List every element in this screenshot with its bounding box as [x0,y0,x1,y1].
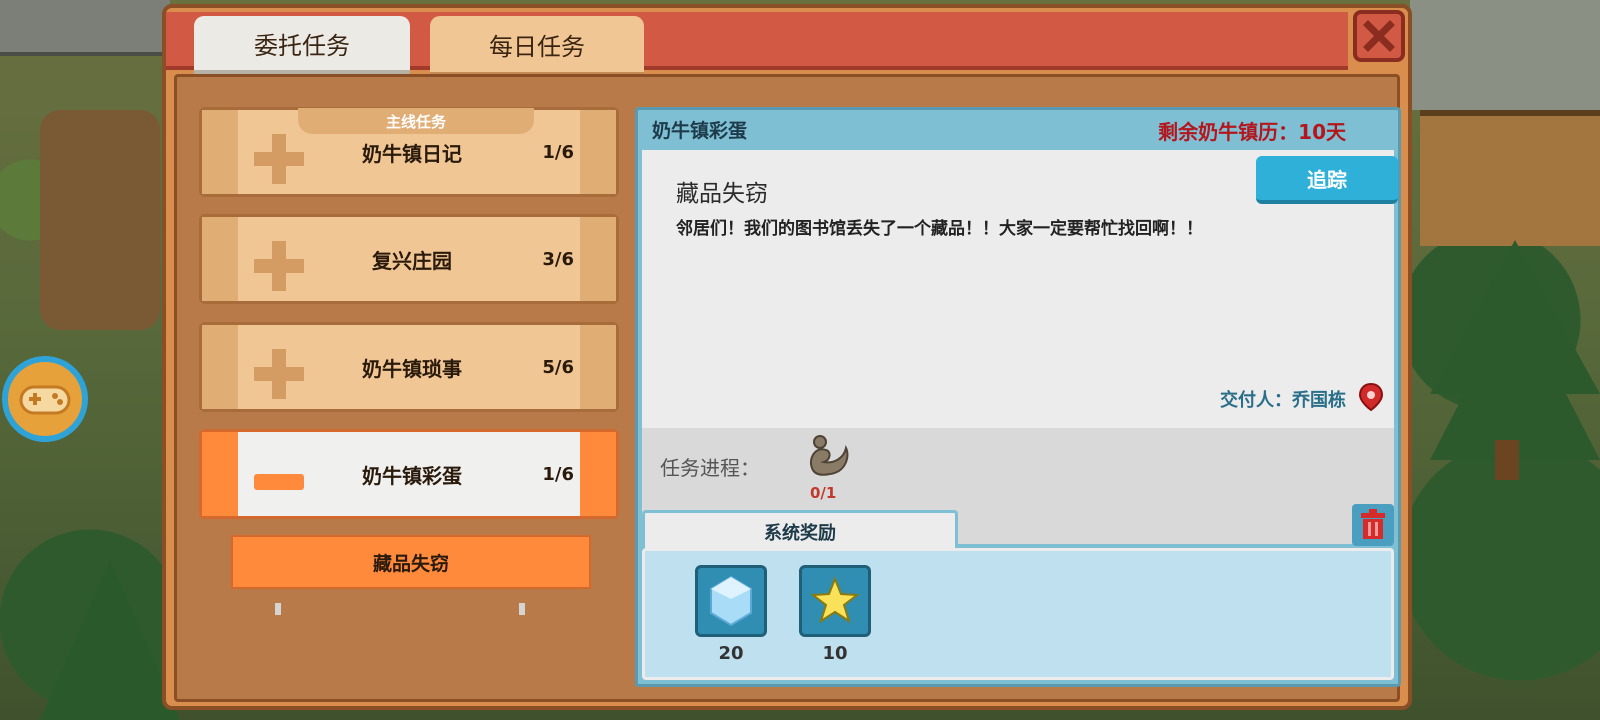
relic-item-icon [810,435,849,476]
panel-body: 主线任务 奶牛镇日记 1/6 复兴庄园 3/6 奶牛镇琐事 5/6 奶牛镇彩蛋 … [174,74,1401,702]
reward-star[interactable] [799,565,871,637]
quest-title: 藏品失窃 [676,181,768,207]
quest-name: 奶牛镇日记 [362,141,462,166]
gamepad-icon [19,385,71,415]
connector [275,603,281,615]
progress-count: 0/1 [810,484,837,502]
trash-icon [1361,509,1385,539]
abandon-quest-button[interactable] [1352,504,1394,546]
quest-count: 3/6 [542,248,574,270]
expand-plus-icon [254,241,304,291]
expand-plus-icon [254,349,304,399]
track-button[interactable]: 追踪 [1256,156,1398,204]
sub-quest-item[interactable]: 藏品失窃 [231,535,591,589]
quest-description: 邻居们！我们的图书馆丢失了一个藏品！！大家一定要帮忙找回啊！！ [676,219,1203,239]
dirt-path [40,110,160,330]
crystal-icon [710,575,752,627]
quest-item-chores[interactable]: 奶牛镇琐事 5/6 [199,322,619,412]
quest-panel: 委托任务 每日任务 主线任务 奶牛镇日记 1/6 复兴庄园 3/6 奶牛镇琐事 … [162,4,1412,710]
quest-name: 奶牛镇彩蛋 [362,463,462,488]
location-pin-icon[interactable] [1358,382,1384,412]
description-box: 藏品失窃 邻居们！我们的图书馆丢失了一个藏品！！大家一定要帮忙找回啊！！ 追踪 … [642,150,1398,428]
reward-crystal[interactable] [695,565,767,637]
gamepad-button[interactable] [2,356,88,442]
detail-title: 奶牛镇彩蛋 [652,120,748,142]
progress-label: 任务进程： [660,456,760,480]
connector [519,603,525,615]
quest-count: 1/6 [542,463,574,485]
tab-daily[interactable]: 每日任务 [430,16,644,76]
stone-wall-right [1410,0,1600,110]
close-icon [1363,20,1395,52]
expand-plus-icon [254,134,304,184]
reward-box: 20 10 [642,548,1394,680]
close-button[interactable] [1353,10,1405,62]
progress-box: 任务进程： 0/1 [642,428,1394,504]
remaining-days: 剩余奶牛镇历：10天 [1158,120,1346,144]
quest-name: 复兴庄园 [372,248,452,273]
quest-count: 1/6 [542,141,574,163]
tree-trunk [1495,440,1519,480]
tab-system-reward[interactable]: 系统奖励 [642,510,958,550]
quest-giver: 交付人：乔国栋 [1220,390,1346,411]
quest-name: 奶牛镇琐事 [362,356,462,381]
stone-wall-left [0,0,170,56]
reward-tab-row: 系统奖励 [642,504,1394,550]
quest-detail: 奶牛镇彩蛋 剩余奶牛镇历：10天 藏品失窃 邻居们！我们的图书馆丢失了一个藏品！… [635,107,1401,687]
reward-count: 10 [822,643,848,664]
quest-item-easter-egg[interactable]: 奶牛镇彩蛋 1/6 [199,429,619,519]
quest-count: 5/6 [542,356,574,378]
quest-item-revive-farm[interactable]: 复兴庄园 3/6 [199,214,619,304]
star-icon [810,576,860,624]
tab-commission[interactable]: 委托任务 [194,16,410,76]
quest-item-diary[interactable]: 主线任务 奶牛镇日记 1/6 [199,107,619,197]
reward-count: 20 [718,643,744,664]
collapse-minus-icon [254,474,304,490]
wooden-bridge [1420,110,1600,246]
